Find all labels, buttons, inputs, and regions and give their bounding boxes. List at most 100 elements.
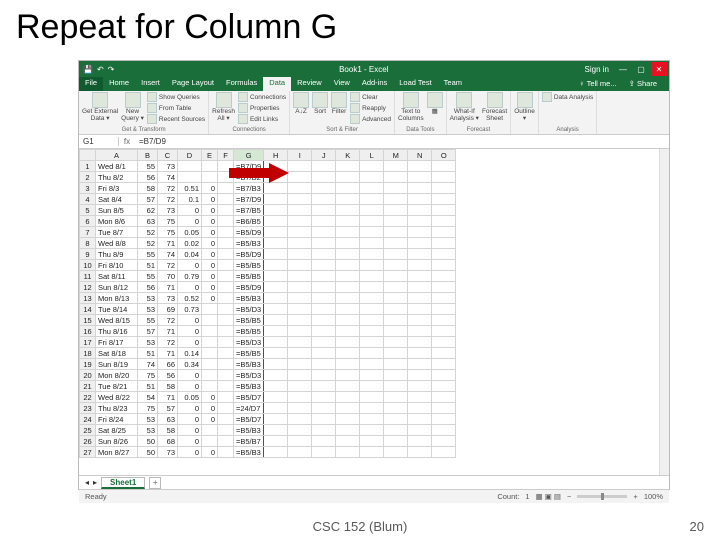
column-header[interactable]: L [360, 150, 384, 161]
cell[interactable] [336, 348, 360, 359]
cell[interactable]: Fri 8/17 [96, 337, 138, 348]
cell[interactable] [202, 348, 218, 359]
cell[interactable] [264, 216, 288, 227]
sheet-nav-prev-icon[interactable]: ◂ [85, 478, 89, 487]
cell[interactable]: 55 [138, 271, 158, 282]
cell[interactable]: Fri 8/10 [96, 260, 138, 271]
cell[interactable]: 0 [178, 337, 202, 348]
cell[interactable] [360, 183, 384, 194]
cell[interactable] [384, 249, 408, 260]
share-button[interactable]: ⇪ Share [623, 78, 663, 90]
cell[interactable]: =B5/B3 [234, 447, 264, 458]
cell[interactable]: 53 [138, 304, 158, 315]
cell[interactable]: =B7/B3 [234, 183, 264, 194]
cell[interactable] [408, 183, 432, 194]
cell[interactable] [312, 205, 336, 216]
row-header[interactable]: 15 [80, 315, 96, 326]
cell[interactable] [288, 161, 312, 172]
cell[interactable]: =B5/B3 [234, 293, 264, 304]
row-header[interactable]: 3 [80, 183, 96, 194]
cell[interactable] [288, 249, 312, 260]
cell[interactable] [432, 238, 456, 249]
cell[interactable] [408, 271, 432, 282]
table-row[interactable]: 1Wed 8/15573=B7/D9 [80, 161, 456, 172]
table-row[interactable]: 19Sun 8/1974660.34=B5/B3 [80, 359, 456, 370]
cell[interactable]: 0 [178, 436, 202, 447]
cell[interactable]: =B7/D9 [234, 194, 264, 205]
cell[interactable] [202, 315, 218, 326]
cell[interactable] [264, 447, 288, 458]
cell[interactable] [336, 370, 360, 381]
cell[interactable]: 73 [158, 293, 178, 304]
cell[interactable] [360, 238, 384, 249]
cell[interactable] [312, 403, 336, 414]
row-header[interactable]: 27 [80, 447, 96, 458]
cell[interactable] [336, 447, 360, 458]
cell[interactable]: 0 [178, 381, 202, 392]
cell[interactable] [336, 381, 360, 392]
cell[interactable] [264, 425, 288, 436]
cell[interactable] [384, 403, 408, 414]
cell[interactable] [336, 205, 360, 216]
cell[interactable] [312, 447, 336, 458]
cell[interactable]: 74 [138, 359, 158, 370]
cell[interactable]: 0 [178, 403, 202, 414]
cell[interactable]: 0 [202, 216, 218, 227]
column-header[interactable]: M [384, 150, 408, 161]
cell[interactable] [408, 205, 432, 216]
sheet-nav-next-icon[interactable]: ▸ [93, 478, 97, 487]
cell[interactable]: 0.52 [178, 293, 202, 304]
cell[interactable] [312, 282, 336, 293]
cell[interactable] [288, 271, 312, 282]
cell[interactable] [312, 425, 336, 436]
cell[interactable] [360, 436, 384, 447]
cell[interactable] [264, 260, 288, 271]
cell[interactable] [336, 392, 360, 403]
cell[interactable]: 74 [158, 172, 178, 183]
cell[interactable]: 56 [158, 370, 178, 381]
cell[interactable]: 51 [138, 381, 158, 392]
cell[interactable] [312, 370, 336, 381]
cell[interactable] [360, 293, 384, 304]
sort[interactable]: Sort [312, 92, 328, 116]
cell[interactable]: 68 [158, 436, 178, 447]
cell[interactable] [360, 414, 384, 425]
cell[interactable] [202, 436, 218, 447]
cell[interactable] [432, 194, 456, 205]
cell[interactable] [218, 359, 234, 370]
cell[interactable] [432, 172, 456, 183]
cell[interactable]: Thu 8/2 [96, 172, 138, 183]
cell[interactable] [312, 293, 336, 304]
table-row[interactable]: 7Tue 8/752750.050=B5/D9 [80, 227, 456, 238]
cell[interactable] [408, 194, 432, 205]
cell[interactable] [432, 293, 456, 304]
cell[interactable] [432, 425, 456, 436]
zoom-slider[interactable] [577, 495, 627, 498]
tab-data[interactable]: Data [263, 77, 291, 91]
cell[interactable]: 71 [158, 348, 178, 359]
vertical-scrollbar[interactable] [659, 149, 669, 475]
cell[interactable] [384, 161, 408, 172]
cell[interactable] [408, 172, 432, 183]
cell[interactable]: Wed 8/15 [96, 315, 138, 326]
cell[interactable] [384, 227, 408, 238]
table-row[interactable]: 20Mon 8/2075560=B5/D3 [80, 370, 456, 381]
cell[interactable] [288, 370, 312, 381]
cell[interactable] [408, 326, 432, 337]
cell[interactable]: 53 [138, 414, 158, 425]
cell[interactable] [202, 370, 218, 381]
column-header[interactable]: C [158, 150, 178, 161]
cell[interactable] [432, 436, 456, 447]
cell[interactable]: 0.51 [178, 183, 202, 194]
cell[interactable] [408, 216, 432, 227]
cell[interactable]: Tue 8/7 [96, 227, 138, 238]
cell[interactable] [312, 348, 336, 359]
cell[interactable] [432, 403, 456, 414]
cell[interactable] [218, 326, 234, 337]
ribbon-item[interactable]: Edit Links [238, 114, 286, 124]
cell[interactable] [218, 271, 234, 282]
cell[interactable] [336, 414, 360, 425]
cell[interactable] [288, 403, 312, 414]
cell[interactable]: 56 [138, 172, 158, 183]
tab-home[interactable]: Home [103, 77, 135, 91]
